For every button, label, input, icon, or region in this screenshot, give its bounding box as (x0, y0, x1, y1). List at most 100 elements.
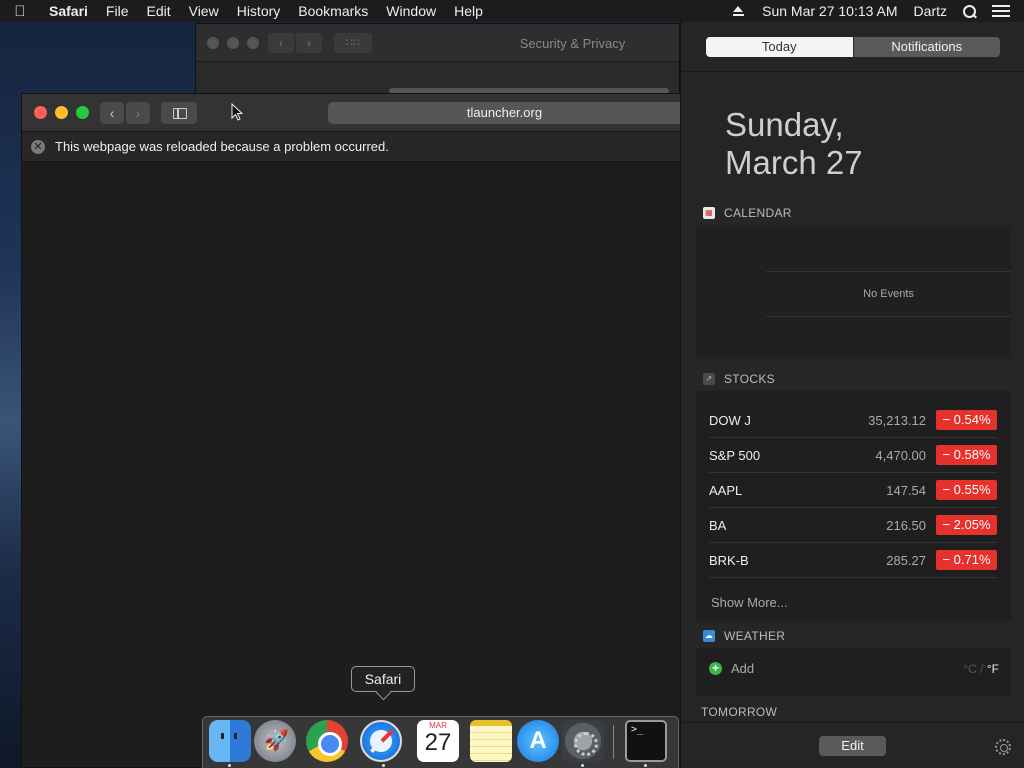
stock-price: 216.50 (886, 517, 926, 533)
stock-symbol: S&P 500 (709, 447, 761, 463)
calendar-icon[interactable]: MAR 27 (417, 720, 459, 762)
stock-change-badge[interactable]: − 0.58% (936, 445, 997, 465)
safari-toolbar: ‹ › tlauncher.org (22, 94, 681, 132)
terminal-icon[interactable] (625, 720, 667, 762)
tomorrow-header: TOMORROW (701, 705, 778, 719)
widget-header: ☁ WEATHER (696, 624, 1011, 648)
stock-change-badge[interactable]: − 0.54% (936, 410, 997, 430)
stock-price: 35,213.12 (868, 412, 926, 428)
stock-row[interactable]: S&P 500 4,470.00 − 0.58% (709, 438, 997, 473)
menu-app-name[interactable]: Safari (40, 3, 97, 19)
reload-banner: ✕ This webpage was reloaded because a pr… (22, 132, 680, 162)
menu-clock[interactable]: Sun Mar 27 10:13 AM (754, 3, 905, 19)
stock-row[interactable]: DOW J 35,213.12 − 0.54% (709, 403, 997, 438)
tab-today[interactable]: Today (706, 37, 853, 57)
divider (681, 71, 1024, 72)
zoom-button[interactable] (76, 106, 89, 119)
menu-help[interactable]: Help (445, 3, 492, 19)
back-icon[interactable]: ‹ (268, 33, 294, 53)
stock-symbol: BRK-B (709, 552, 749, 568)
launchpad-icon[interactable] (254, 720, 296, 762)
stock-row[interactable]: AAPL 147.54 − 0.55% (709, 473, 997, 508)
window-titlebar: ‹ › ∷∷ Security & Privacy (196, 24, 679, 62)
notes-icon[interactable] (470, 720, 512, 762)
menu-edit[interactable]: Edit (137, 3, 179, 19)
today-date: Sunday, March 27 (725, 106, 863, 182)
chrome-icon[interactable] (306, 720, 348, 762)
forward-button[interactable]: › (126, 102, 150, 124)
add-location-button[interactable]: Add (731, 661, 754, 676)
menu-window[interactable]: Window (377, 3, 445, 19)
weather-widget: ☁ WEATHER + Add °C / °F (696, 624, 1011, 696)
zoom-button[interactable] (247, 37, 259, 49)
show-all-grid-icon[interactable]: ∷∷ (334, 33, 372, 53)
eject-icon[interactable] (733, 6, 745, 16)
spotlight-search-icon[interactable] (963, 4, 976, 18)
stock-symbol: DOW J (709, 412, 751, 428)
stock-row[interactable]: BA 216.50 − 2.05% (709, 508, 997, 543)
close-button[interactable] (207, 37, 219, 49)
stocks-icon: ↗ (703, 373, 715, 385)
system-preferences-icon[interactable] (562, 720, 604, 762)
date-weekday: Sunday, (725, 106, 844, 143)
sidebar-toggle-button[interactable] (161, 102, 197, 124)
minimize-button[interactable] (227, 37, 239, 49)
no-events-text: No Events (766, 271, 1011, 317)
status-area: Sun Mar 27 10:13 AM Dartz (723, 0, 1024, 22)
dock-tooltip: Safari (351, 666, 415, 692)
menu-file[interactable]: File (97, 3, 138, 19)
back-button[interactable]: ‹ (100, 102, 124, 124)
menu-bookmarks[interactable]: Bookmarks (289, 3, 377, 19)
close-button[interactable] (34, 106, 47, 119)
finder-icon[interactable] (209, 720, 251, 762)
today-notifications-switch: Today Notifications (706, 37, 1000, 57)
address-bar[interactable]: tlauncher.org (328, 102, 681, 124)
stock-change-badge[interactable]: − 2.05% (936, 515, 997, 535)
stocks-widget: ↗ STOCKS DOW J 35,213.12 − 0.54% S&P 500… (696, 367, 1011, 620)
stock-change-badge[interactable]: − 0.55% (936, 480, 997, 500)
menu-history[interactable]: History (228, 3, 290, 19)
widget-header: ▦ CALENDAR (696, 201, 1011, 225)
notification-center-icon[interactable] (992, 4, 1010, 18)
stock-symbol: AAPL (709, 482, 743, 498)
calendar-widget: ▦ CALENDAR No Events (696, 201, 1011, 357)
add-location-row: + Add °C / °F (709, 661, 999, 676)
stock-price: 285.27 (886, 552, 926, 568)
apple-menu-icon[interactable]:  (0, 3, 40, 20)
menu-bar:  Safari File Edit View History Bookmark… (0, 0, 1024, 22)
mouse-pointer-icon (231, 103, 243, 121)
date-day: March 27 (725, 144, 863, 181)
close-banner-icon[interactable]: ✕ (31, 139, 45, 154)
calendar-icon: ▦ (703, 207, 715, 219)
window-controls (34, 106, 89, 119)
widget-title: WEATHER (724, 629, 786, 643)
tab-notifications[interactable]: Notifications (852, 37, 1000, 57)
notification-center: Today Notifications Sunday, March 27 ▦ C… (680, 22, 1024, 768)
unit-celsius[interactable]: °C (963, 662, 976, 676)
safari-icon[interactable] (360, 720, 402, 762)
dock: MAR 27 (202, 716, 679, 768)
history-nav: ‹ › (100, 102, 150, 124)
banner-message: This webpage was reloaded because a prob… (55, 139, 389, 154)
app-store-icon[interactable] (517, 720, 559, 762)
safari-window: ‹ › tlauncher.org ✕ This webpage was rel… (21, 93, 681, 768)
pref-nav-buttons: ‹ › (268, 33, 324, 53)
gear-icon[interactable] (995, 739, 1011, 755)
running-indicator (581, 764, 584, 767)
edit-button[interactable]: Edit (819, 736, 886, 756)
show-more-link[interactable]: Show More... (711, 595, 788, 610)
calendar-icon-day: 27 (424, 729, 452, 756)
add-icon[interactable]: + (709, 662, 722, 675)
forward-icon[interactable]: › (296, 33, 322, 53)
unit-separator: / (980, 661, 984, 676)
temperature-unit-toggle[interactable]: °C / °F (963, 662, 999, 676)
running-indicator (382, 764, 385, 767)
menu-view[interactable]: View (180, 3, 228, 19)
stock-symbol: BA (709, 517, 727, 533)
menu-user[interactable]: Dartz (906, 3, 955, 19)
stock-change-badge[interactable]: − 0.71% (936, 550, 997, 570)
stock-row[interactable]: BRK-B 285.27 − 0.71% (709, 543, 997, 578)
window-controls (207, 37, 259, 49)
minimize-button[interactable] (55, 106, 68, 119)
unit-fahrenheit[interactable]: °F (987, 662, 999, 676)
